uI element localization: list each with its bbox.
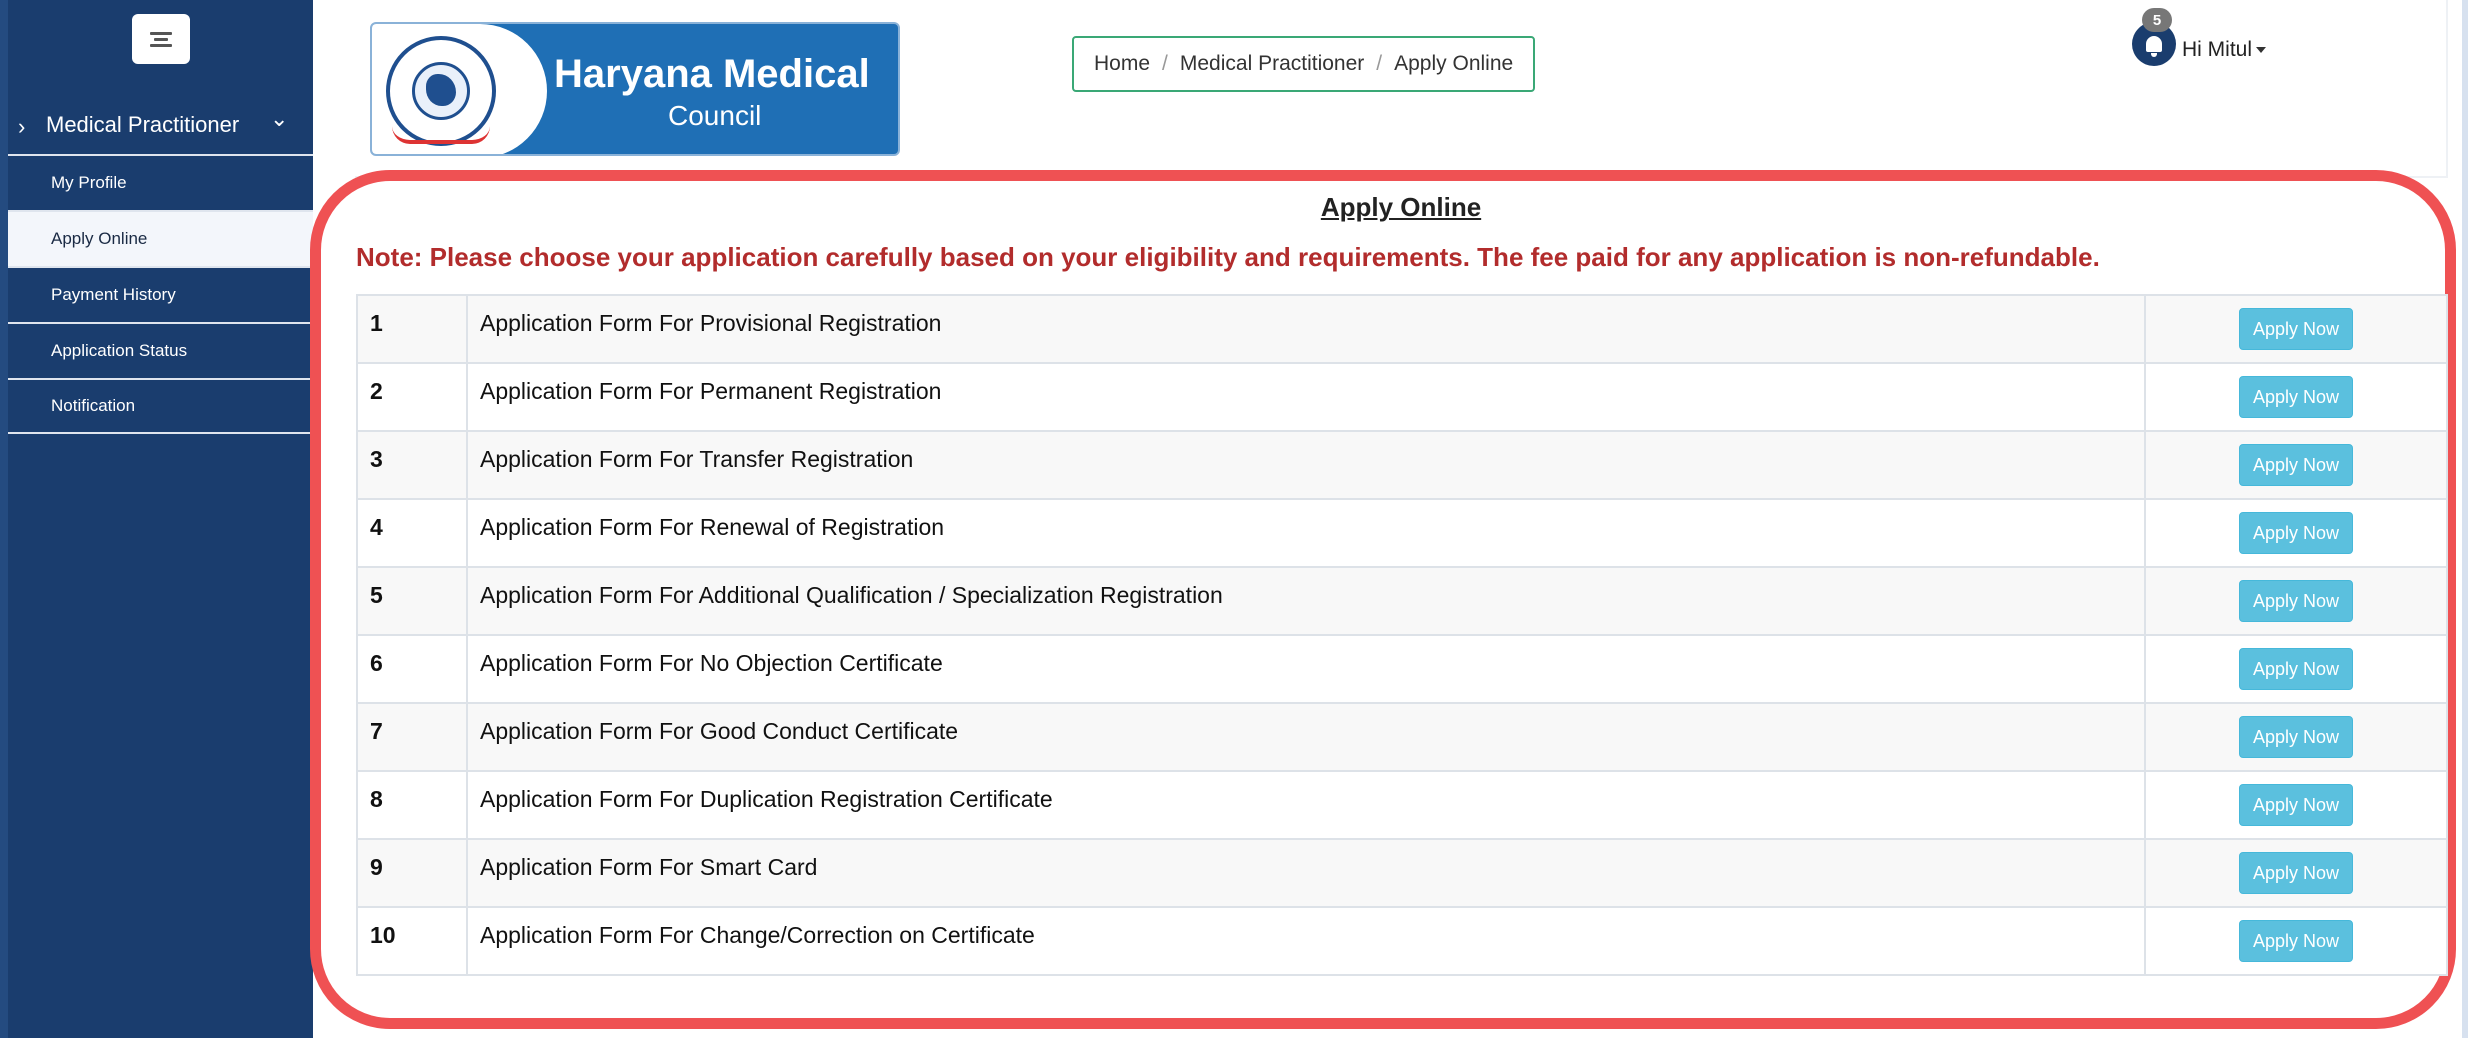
application-action-cell: Apply Now — [2145, 362, 2448, 432]
application-action-cell: Apply Now — [2145, 430, 2448, 500]
sidebar-item-label: Application Status — [51, 341, 188, 360]
application-action-cell: Apply Now — [2145, 702, 2448, 772]
table-row: 10 Application Form For Change/Correction… — [356, 906, 2448, 976]
application-action-cell: Apply Now — [2145, 498, 2448, 568]
page-title: Apply Online — [1320, 192, 1482, 222]
user-area: 5 Hi Mitul — [2130, 8, 2290, 70]
notification-count-badge: 5 — [2142, 8, 2172, 32]
application-name: Application Form For Renewal of Registra… — [467, 498, 2146, 568]
sidebar-item-label: Payment History — [51, 285, 176, 304]
bell-icon — [2146, 36, 2162, 57]
application-name: Application Form For Good Conduct Certif… — [467, 702, 2146, 772]
logo-subtitle: Council — [668, 100, 762, 131]
apply-now-button[interactable]: Apply Now — [2239, 920, 2353, 962]
application-name: Application Form For No Objection Certif… — [467, 634, 2146, 704]
eligibility-note: Note: Please choose your application car… — [356, 242, 2100, 272]
application-number: 2 — [356, 362, 468, 432]
table-row: 3 Application Form For Transfer Registrat… — [356, 430, 2448, 500]
sidebar-edge — [0, 0, 8, 1038]
user-greeting: Hi Mitul — [2182, 38, 2253, 61]
breadcrumb-separator: / — [1376, 52, 1383, 75]
apply-now-button[interactable]: Apply Now — [2239, 580, 2353, 622]
table-row: 2 Application Form For Permanent Registra… — [356, 362, 2448, 432]
breadcrumb: Home / Medical Practitioner / Apply Onli… — [1072, 36, 1536, 92]
caret-down-icon — [2256, 47, 2267, 54]
council-seal-icon — [386, 36, 496, 146]
application-name: Application Form For Provisional Registr… — [467, 294, 2146, 364]
table-row: 5 Application Form For Additional Qualifi… — [356, 566, 2448, 636]
apply-now-button[interactable]: Apply Now — [2239, 308, 2353, 350]
application-number: 9 — [356, 838, 468, 908]
council-logo[interactable]: Haryana Medical Council — [370, 22, 900, 156]
user-menu[interactable]: Hi Mitul — [2182, 38, 2267, 62]
menu-icon — [150, 29, 172, 50]
application-name: Application Form For Permanent Registrat… — [467, 362, 2146, 432]
sidebar-item-label: Apply Online — [51, 229, 148, 248]
sidebar-item-label: My Profile — [51, 173, 127, 192]
sidebar: › Medical Practitioner ⌄ My Profile Appl… — [0, 0, 313, 1038]
application-number: 1 — [356, 294, 468, 364]
application-name: Application Form For Change/Correction o… — [467, 906, 2146, 976]
application-action-cell: Apply Now — [2145, 294, 2448, 364]
table-row: 6 Application Form For No Objection Certi… — [356, 634, 2448, 704]
apply-now-button[interactable]: Apply Now — [2239, 852, 2353, 894]
table-row: 4 Application Form For Renewal of Registr… — [356, 498, 2448, 568]
application-name: Application Form For Additional Qualific… — [467, 566, 2146, 636]
applications-table: 1 Application Form For Provisional Regist… — [356, 294, 2448, 976]
application-number: 10 — [356, 906, 468, 976]
apply-now-button[interactable]: Apply Now — [2239, 716, 2353, 758]
breadcrumb-separator: / — [1162, 52, 1168, 75]
application-action-cell: Apply Now — [2145, 566, 2448, 636]
sidebar-item-label: Notification — [51, 396, 136, 415]
sidebar-section-medical-practitioner[interactable]: › Medical Practitioner ⌄ — [8, 96, 313, 156]
application-action-cell: Apply Now — [2145, 770, 2448, 840]
table-row: 9 Application Form For Smart Card Apply No… — [356, 838, 2448, 908]
breadcrumb-current: Apply Online — [1394, 52, 1514, 75]
application-name: Application Form For Smart Card — [467, 838, 2146, 908]
sidebar-section-label: Medical Practitioner — [46, 112, 240, 137]
logo-title: Haryana Medical — [554, 52, 870, 96]
sidebar-item-application-status[interactable]: Application Status — [8, 322, 313, 378]
application-name: Application Form For Duplication Registr… — [467, 770, 2146, 840]
application-number: 7 — [356, 702, 468, 772]
page-right-edge — [2462, 0, 2468, 1038]
apply-now-button[interactable]: Apply Now — [2239, 444, 2353, 486]
application-name: Application Form For Transfer Registrati… — [467, 430, 2146, 500]
application-number: 4 — [356, 498, 468, 568]
application-action-cell: Apply Now — [2145, 634, 2448, 704]
application-number: 6 — [356, 634, 468, 704]
application-number: 3 — [356, 430, 468, 500]
breadcrumb-medical-practitioner[interactable]: Medical Practitioner — [1180, 52, 1364, 76]
sidebar-item-notification[interactable]: Notification — [8, 378, 313, 434]
apply-now-button[interactable]: Apply Now — [2239, 648, 2353, 690]
table-row: 8 Application Form For Duplication Regist… — [356, 770, 2448, 840]
table-row: 1 Application Form For Provisional Regist… — [356, 294, 2448, 364]
application-number: 8 — [356, 770, 468, 840]
application-number: 5 — [356, 566, 468, 636]
application-action-cell: Apply Now — [2145, 906, 2448, 976]
sidebar-toggle-button[interactable] — [132, 14, 190, 64]
chevron-right-icon: › — [18, 114, 26, 139]
chevron-down-icon: ⌄ — [270, 106, 289, 131]
apply-now-button[interactable]: Apply Now — [2239, 784, 2353, 826]
table-row: 7 Application Form For Good Conduct Certi… — [356, 702, 2448, 772]
apply-now-button[interactable]: Apply Now — [2239, 376, 2353, 418]
breadcrumb-home[interactable]: Home — [1094, 52, 1150, 76]
apply-now-button[interactable]: Apply Now — [2239, 512, 2353, 554]
sidebar-item-payment-history[interactable]: Payment History — [8, 266, 313, 322]
application-action-cell: Apply Now — [2145, 838, 2448, 908]
